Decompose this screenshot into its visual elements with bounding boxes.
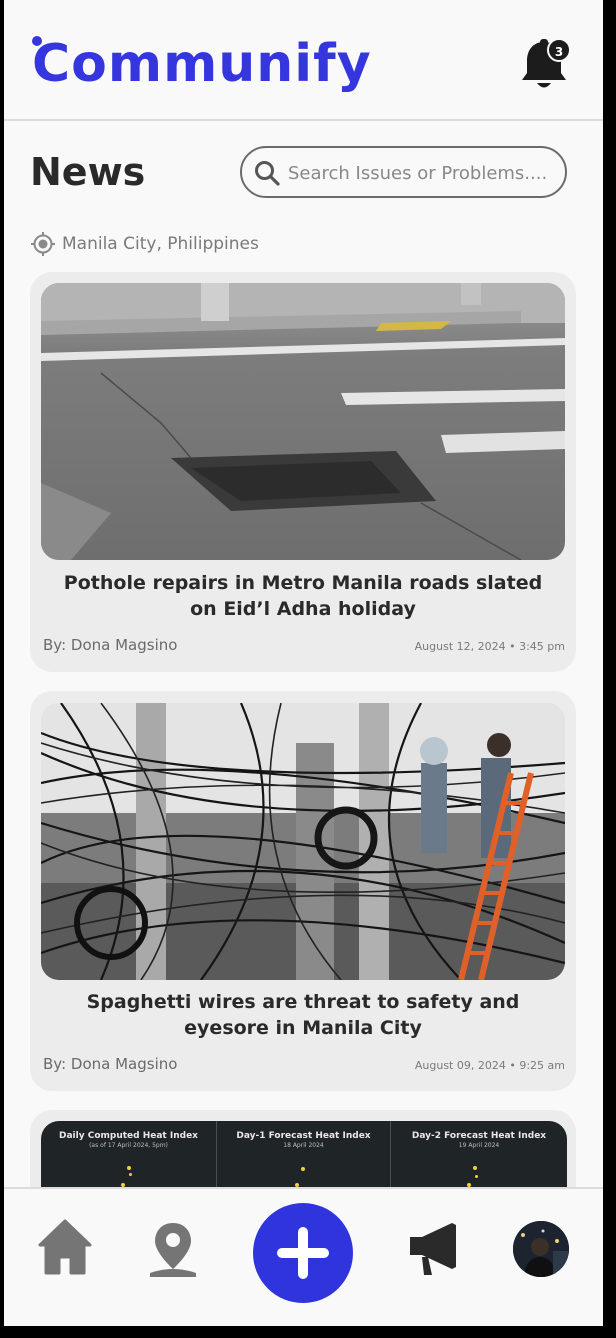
heat-panel-subtitle: 19 April 2024 bbox=[458, 1142, 500, 1149]
heat-panel-title: Day-2 Forecast Heat Index bbox=[411, 1131, 547, 1141]
megaphone-icon[interactable] bbox=[406, 1221, 462, 1279]
app-screen: Communify 3 News Manila City, Philippine… bbox=[4, 0, 603, 1326]
news-author: By: Dona Magsino bbox=[43, 1055, 178, 1073]
location-label: Manila City, Philippines bbox=[62, 234, 259, 254]
search-box[interactable] bbox=[240, 146, 567, 198]
news-card[interactable]: Pothole repairs in Metro Manila roads sl… bbox=[30, 272, 576, 672]
news-date: August 12, 2024 • 3:45 pm bbox=[414, 640, 565, 653]
news-image-pothole bbox=[41, 283, 565, 560]
search-input[interactable] bbox=[288, 158, 550, 188]
home-icon[interactable] bbox=[36, 1217, 94, 1277]
news-title[interactable]: Pothole repairs in Metro Manila roads sl… bbox=[50, 570, 556, 622]
notification-badge: 3 bbox=[547, 38, 571, 62]
app-header: Communify 3 bbox=[4, 0, 603, 121]
add-report-button[interactable] bbox=[253, 1203, 353, 1303]
heat-panel-subtitle: 18 April 2024 bbox=[283, 1142, 324, 1149]
page-title: News bbox=[30, 150, 146, 194]
location-target-icon bbox=[31, 232, 55, 256]
bottom-navigation bbox=[4, 1187, 603, 1326]
news-date: August 09, 2024 • 9:25 am bbox=[414, 1059, 565, 1072]
profile-avatar[interactable] bbox=[513, 1221, 569, 1277]
location-selector[interactable]: Manila City, Philippines bbox=[30, 230, 259, 258]
heat-panel-subtitle: (as of 17 April 2024, 5pm) bbox=[89, 1142, 168, 1149]
search-icon bbox=[255, 161, 280, 186]
plus-icon bbox=[277, 1227, 329, 1279]
app-logo[interactable]: Communify bbox=[32, 32, 372, 96]
news-card[interactable]: Spaghetti wires are threat to safety and… bbox=[30, 691, 576, 1091]
heat-panel-title: Day-1 Forecast Heat Index bbox=[236, 1131, 371, 1141]
news-author: By: Dona Magsino bbox=[43, 636, 178, 654]
news-title[interactable]: Spaghetti wires are threat to safety and… bbox=[50, 989, 556, 1041]
map-pin-icon[interactable] bbox=[146, 1219, 200, 1279]
news-image-wires bbox=[41, 703, 565, 980]
heat-panel-title: Daily Computed Heat Index bbox=[59, 1131, 198, 1141]
